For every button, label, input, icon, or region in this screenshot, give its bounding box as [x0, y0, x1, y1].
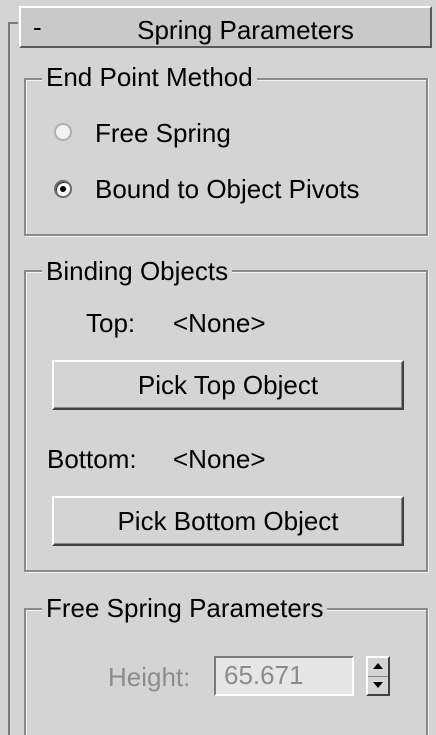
binding-objects-label: Binding Objects	[42, 256, 233, 286]
panel-left-edge	[8, 22, 10, 735]
pick-bottom-object-button[interactable]: Pick Bottom Object	[52, 496, 404, 546]
spring-parameters-panel: - Spring Parameters End Point Method Fre…	[0, 0, 436, 735]
panel-edge-tick	[8, 22, 18, 24]
height-label: Height:	[108, 662, 191, 692]
spinner-up-arrow-icon[interactable]	[368, 658, 388, 676]
radio-selected-dot	[60, 186, 66, 192]
end-point-method-label: End Point Method	[42, 62, 257, 92]
bound-to-object-pivots-label[interactable]: Bound to Object Pivots	[95, 174, 359, 204]
bottom-object-value: <None>	[173, 444, 266, 474]
free-spring-parameters-label: Free Spring Parameters	[42, 593, 328, 623]
pick-top-object-button[interactable]: Pick Top Object	[52, 360, 404, 410]
rollout-header-spring-parameters[interactable]: - Spring Parameters	[19, 6, 432, 48]
spinner-down-arrow-icon[interactable]	[368, 676, 388, 695]
top-label: Top:	[86, 308, 136, 338]
free-spring-radio[interactable]	[54, 123, 72, 141]
bottom-label: Bottom:	[47, 444, 137, 474]
end-point-method-group	[24, 78, 428, 236]
bound-to-object-pivots-radio[interactable]	[54, 180, 72, 198]
rollout-title: Spring Parameters	[137, 15, 354, 45]
height-spinner[interactable]	[366, 656, 390, 696]
top-object-value: <None>	[173, 308, 266, 338]
free-spring-label[interactable]: Free Spring	[95, 118, 231, 148]
height-input[interactable]: 65.671	[214, 656, 354, 696]
